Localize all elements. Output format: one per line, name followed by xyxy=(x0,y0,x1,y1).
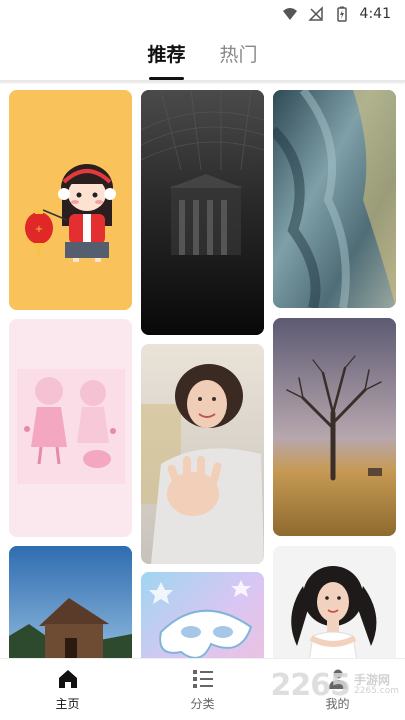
site-watermark: 2265 手游网 2265.com xyxy=(271,668,400,703)
status-time: 4:41 xyxy=(359,6,391,22)
home-icon xyxy=(58,670,77,688)
portrait-photo-1 xyxy=(141,344,264,564)
wallpaper-woman-reaching-hand[interactable] xyxy=(141,344,264,564)
nav-category-label: 分类 xyxy=(190,697,215,711)
wallpaper-blue-fabric[interactable] xyxy=(273,90,396,308)
svg-text:+: + xyxy=(35,224,43,235)
cartoon-girl-illustration: + xyxy=(9,90,132,310)
portrait-photo-2 xyxy=(273,546,396,658)
status-bar: 4:41 xyxy=(0,0,405,28)
mask-illustration xyxy=(141,572,264,658)
cabin-photo xyxy=(9,546,132,658)
wallpaper-dark-architecture[interactable] xyxy=(141,90,264,335)
wallpaper-pastel-mask[interactable] xyxy=(141,572,264,658)
nav-item-home[interactable]: 主页 xyxy=(0,659,135,720)
wallpaper-grid: + xyxy=(0,82,405,658)
tab-recommended[interactable]: 推荐 xyxy=(147,30,186,80)
wallpaper-pink-sketch-girls[interactable] xyxy=(9,319,132,537)
nav-home-label: 主页 xyxy=(55,697,80,711)
wallpaper-cabin-sky[interactable] xyxy=(9,546,132,658)
no-signal-icon xyxy=(307,6,323,21)
wallpaper-lone-tree-field[interactable] xyxy=(273,318,396,536)
nav-item-category[interactable]: 分类 xyxy=(135,659,270,720)
battery-icon xyxy=(336,6,347,22)
tab-recommended-label: 推荐 xyxy=(147,44,186,66)
watermark-number: 2265 xyxy=(270,668,351,703)
tree-landscape-photo xyxy=(273,318,396,536)
wallpaper-cartoon-girl-lantern[interactable]: + xyxy=(9,90,132,310)
pink-sketch-illustration xyxy=(9,319,132,537)
list-icon xyxy=(192,670,213,688)
watermark-url: 2265.com xyxy=(354,686,399,697)
fabric-photo xyxy=(273,90,396,308)
wallpaper-woman-white-dress[interactable] xyxy=(273,546,396,658)
tab-popular[interactable]: 热门 xyxy=(220,30,258,80)
tab-popular-label: 热门 xyxy=(219,44,258,66)
architecture-photo xyxy=(141,90,264,335)
watermark-side: 手游网 2265.com xyxy=(354,674,399,696)
wifi-icon xyxy=(282,8,297,20)
top-tab-bar: 推荐 热门 xyxy=(0,30,405,80)
